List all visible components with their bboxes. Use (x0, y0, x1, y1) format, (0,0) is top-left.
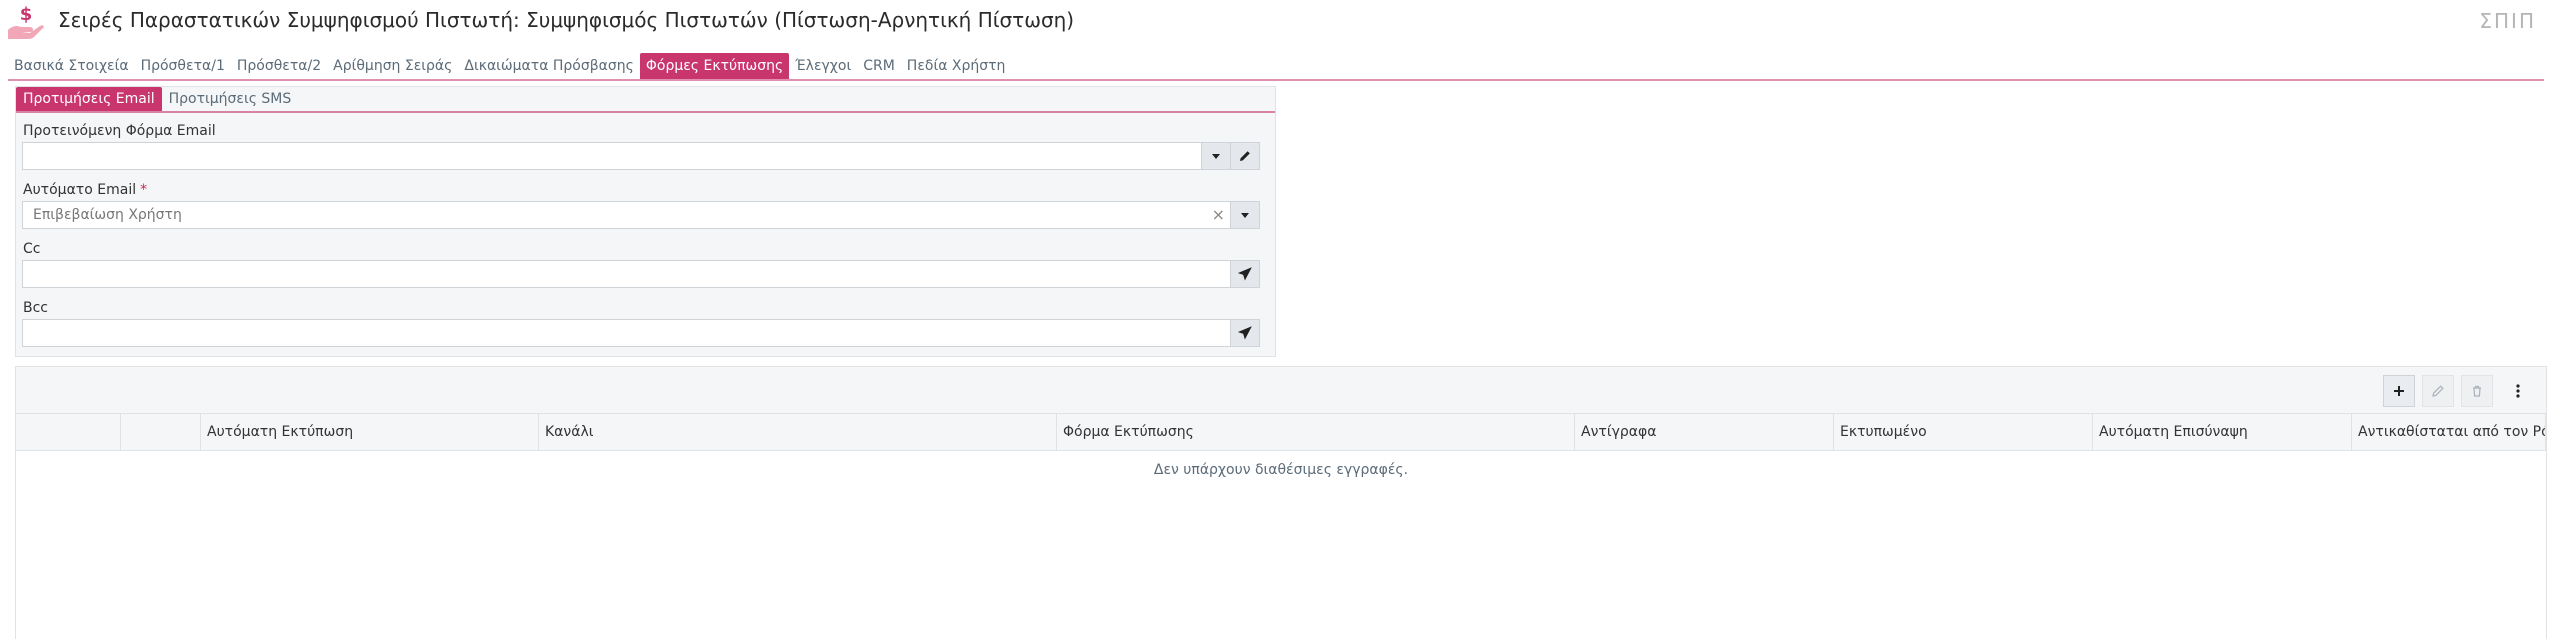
required-mark: * (140, 182, 148, 198)
dollar-hand-icon: $ (8, 4, 44, 39)
tab-checks[interactable]: Έλεγχοι (789, 53, 857, 79)
subtab-underline (16, 111, 1275, 113)
pencil-icon (1240, 151, 1250, 161)
caret-down-icon (1212, 154, 1220, 159)
more-button[interactable] (2504, 375, 2532, 407)
delete-icon (2473, 385, 2481, 397)
caret-down-icon (1241, 213, 1249, 218)
suggested-form-label: Προτεινόμενη Φόρμα Email (23, 123, 216, 139)
auto-email-value: Επιβεβαίωση Χρήστη (33, 207, 182, 223)
auto-email-select[interactable]: Επιβεβαίωση Χρήστη × (22, 201, 1260, 229)
suggested-form-edit-button[interactable] (1230, 143, 1259, 169)
auto-email-dropdown-button[interactable] (1230, 202, 1259, 228)
edit-button[interactable] (2422, 375, 2454, 407)
tab-access-rights[interactable]: Δικαιώματα Πρόσβασης (458, 53, 639, 79)
cc-input[interactable] (22, 260, 1260, 288)
page-title: Σειρές Παραστατικών Συμψηφισμού Πιστωτή:… (58, 8, 1075, 32)
bcc-input[interactable] (22, 319, 1260, 347)
tab-crm[interactable]: CRM (857, 53, 901, 79)
delete-button[interactable] (2461, 375, 2493, 407)
email-preferences-panel: Προτιμήσεις Email Προτιμήσεις SMS Προτει… (15, 86, 1276, 357)
main-tabs: Βασικά Στοιχεία Πρόσθετα/1 Πρόσθετα/2 Αρ… (8, 53, 1011, 79)
column-header-auto-print[interactable]: Αυτόματη Εκτύπωση (200, 414, 538, 450)
suggested-form-dropdown-button[interactable] (1201, 143, 1230, 169)
column-header-printed[interactable]: Εκτυπωμένο (1833, 414, 2092, 450)
edit-icon (2432, 385, 2444, 397)
empty-grid-message: Δεν υπάρχουν διαθέσιμες εγγραφές. (1153, 462, 1409, 478)
column-header-replaced-by-role[interactable]: Αντικαθίσταται από τον Ρόλο. (2351, 414, 2546, 450)
cc-label: Cc (23, 241, 41, 257)
subtab-email-preferences[interactable]: Προτιμήσεις Email (16, 87, 162, 111)
sub-tabs: Προτιμήσεις Email Προτιμήσεις SMS (16, 87, 298, 111)
suggested-form-select[interactable] (22, 142, 1260, 170)
column-header-actions[interactable] (120, 414, 200, 450)
column-header-copies[interactable]: Αντίγραφα (1574, 414, 1833, 450)
bcc-send-button[interactable] (1230, 320, 1259, 346)
auto-email-label: Αυτόματο Email * (23, 182, 147, 198)
subtab-sms-preferences[interactable]: Προτιμήσεις SMS (162, 87, 299, 111)
grid-header: Αυτόματη Εκτύπωση Κανάλι Φόρμα Εκτύπωσης… (16, 414, 2546, 451)
tab-numbering[interactable]: Αρίθμηση Σειράς (327, 53, 458, 79)
column-header-select[interactable] (16, 414, 120, 450)
tab-underline (8, 79, 2544, 81)
print-forms-grid: Αυτόματη Εκτύπωση Κανάλι Φόρμα Εκτύπωσης… (15, 366, 2547, 639)
paper-plane-icon (1238, 267, 1252, 281)
more-vertical-icon (2516, 384, 2520, 398)
grid-toolbar (16, 367, 2546, 414)
tab-extra-1[interactable]: Πρόσθετα/1 (135, 53, 231, 79)
add-icon (2394, 386, 2404, 396)
tab-extra-2[interactable]: Πρόσθετα/2 (231, 53, 327, 79)
tab-print-forms[interactable]: Φόρμες Εκτύπωσης (639, 53, 790, 79)
column-header-channel[interactable]: Κανάλι (538, 414, 1056, 450)
cc-send-button[interactable] (1230, 261, 1259, 287)
tab-user-fields[interactable]: Πεδία Χρήστη (901, 53, 1012, 79)
bcc-label: Bcc (23, 300, 48, 316)
tab-basic[interactable]: Βασικά Στοιχεία (8, 53, 135, 79)
page-header: $ Σειρές Παραστατικών Συμψηφισμού Πιστωτ… (0, 0, 2552, 44)
clear-icon[interactable]: × (1212, 205, 1225, 224)
column-header-auto-attach[interactable]: Αυτόματη Επισύναψη (2092, 414, 2351, 450)
user-tag: ΣΠΙΠ (2479, 9, 2536, 33)
add-button[interactable] (2383, 375, 2415, 407)
svg-text:$: $ (20, 4, 33, 25)
paper-plane-icon (1238, 326, 1252, 340)
column-header-print-form[interactable]: Φόρμα Εκτύπωσης (1056, 414, 1574, 450)
auto-email-label-text: Αυτόματο Email (23, 182, 137, 198)
